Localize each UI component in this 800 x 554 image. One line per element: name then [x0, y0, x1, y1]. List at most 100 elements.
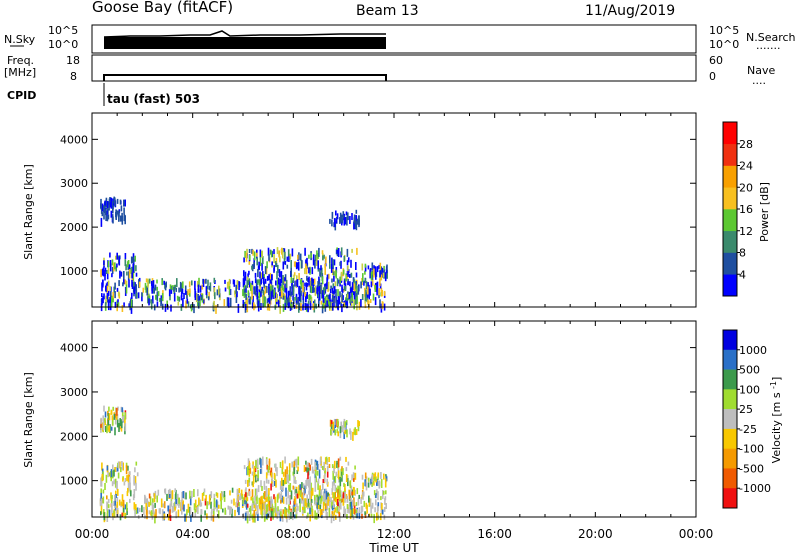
- velocity-cell: [148, 501, 150, 507]
- velocity-cell: [184, 513, 186, 522]
- power-cell: [344, 286, 347, 291]
- power-cell: [277, 277, 280, 285]
- power-cell: [333, 275, 335, 282]
- velocity-colorbar-label-sup: -1: [769, 381, 778, 389]
- velocity-cell: [136, 472, 139, 477]
- velocity-y-tick-label: 1000: [60, 475, 88, 488]
- velocity-cell: [343, 482, 345, 487]
- power-cell: [335, 210, 337, 216]
- power-cell: [317, 281, 319, 288]
- power-cell: [298, 273, 300, 280]
- velocity-cell: [121, 416, 124, 422]
- velocity-cell: [309, 514, 311, 522]
- velocity-cell: [342, 492, 345, 499]
- velocity-cell: [110, 410, 113, 415]
- power-cell: [268, 254, 270, 262]
- velocity-cell: [279, 461, 282, 468]
- power-cell: [371, 262, 374, 271]
- power-cell: [262, 295, 264, 303]
- velocity-cell: [346, 504, 349, 509]
- power-cell: [381, 301, 384, 310]
- velocity-cell: [357, 498, 360, 506]
- power-cell: [103, 211, 105, 220]
- power-cell: [333, 286, 336, 294]
- power-cell: [127, 260, 130, 265]
- velocity-cell: [153, 493, 156, 503]
- velocity-colorbar-tick-label: 25: [739, 403, 753, 416]
- frequency-strip-frame: [91, 54, 697, 82]
- power-cell: [122, 282, 124, 287]
- power-cell: [116, 252, 118, 260]
- power-cell: [197, 284, 200, 293]
- velocity-cell: [100, 417, 102, 424]
- velocity-cell: [334, 507, 337, 513]
- power-cell: [245, 252, 248, 262]
- power-cell: [286, 264, 289, 269]
- power-cell: [276, 271, 278, 280]
- power-cell: [273, 265, 275, 272]
- velocity-cell: [266, 488, 268, 497]
- power-cell: [102, 279, 104, 286]
- velocity-cell: [322, 479, 325, 483]
- power-cell: [252, 249, 254, 256]
- power-cell: [235, 284, 237, 294]
- power-cell: [322, 255, 324, 261]
- velocity-colorbar-tick-label: -500: [739, 462, 764, 475]
- power-cell: [321, 276, 324, 285]
- power-cell: [116, 287, 119, 292]
- power-cell: [341, 304, 343, 313]
- velocity-y-tick-label: 2000: [60, 430, 88, 443]
- velocity-cell: [215, 499, 218, 508]
- power-cell: [110, 210, 113, 218]
- power-cell: [334, 281, 337, 287]
- power-cell: [157, 291, 160, 297]
- power-cell: [169, 284, 172, 290]
- power-cell: [290, 267, 292, 276]
- velocity-cell: [287, 508, 289, 513]
- velocity-cell: [272, 507, 275, 517]
- velocity-cell: [331, 464, 334, 469]
- velocity-cell: [371, 474, 373, 483]
- power-cell: [275, 280, 277, 286]
- power-cell: [364, 263, 367, 268]
- velocity-cell: [251, 503, 254, 511]
- velocity-cell: [191, 490, 193, 498]
- power-cell: [346, 248, 349, 257]
- velocity-cell: [134, 467, 136, 473]
- velocity-cell: [107, 498, 110, 503]
- power-cell: [308, 276, 310, 286]
- time-tick-label: 20:00: [578, 527, 613, 541]
- time-tick-label: 04:00: [175, 527, 210, 541]
- time-tick-label: 16:00: [477, 527, 512, 541]
- velocity-cell: [291, 461, 293, 468]
- velocity-cell: [319, 485, 321, 491]
- power-cell: [124, 215, 126, 225]
- power-cell: [329, 293, 331, 302]
- power-cell: [376, 266, 379, 273]
- velocity-cell: [265, 472, 268, 480]
- velocity-colorbar-cell: [723, 468, 737, 489]
- velocity-cell: [164, 488, 166, 493]
- power-cell: [326, 274, 329, 281]
- velocity-cell: [353, 487, 355, 496]
- power-cell: [331, 211, 334, 219]
- power-cell: [266, 275, 269, 281]
- velocity-cell: [224, 507, 226, 515]
- power-cell: [340, 247, 343, 256]
- velocity-cell: [355, 429, 358, 435]
- power-cell: [215, 304, 217, 314]
- velocity-cell: [320, 497, 322, 504]
- power-cell: [194, 280, 196, 290]
- nave-right-tick-top: 60: [709, 54, 723, 67]
- power-cell: [304, 282, 306, 287]
- power-colorbar-tick-label: 4: [739, 268, 746, 281]
- velocity-cell: [257, 505, 259, 515]
- power-cell: [256, 281, 259, 286]
- velocity-cell: [282, 471, 285, 477]
- power-cell: [189, 288, 191, 294]
- power-scatter-cells: [100, 196, 388, 314]
- velocity-cell: [377, 491, 379, 501]
- velocity-y-axis: 1000 2000 3000 4000: [60, 342, 696, 488]
- power-cell: [346, 216, 348, 226]
- velocity-cell: [255, 476, 258, 481]
